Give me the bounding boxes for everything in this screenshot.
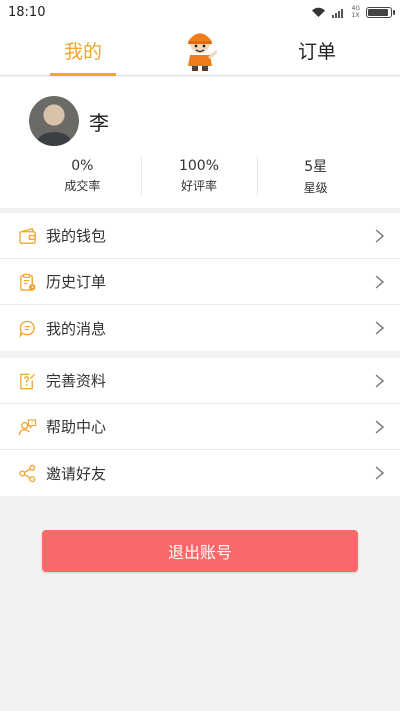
edit-profile-icon xyxy=(20,373,36,390)
help-center-icon: ? xyxy=(18,419,37,436)
avatar[interactable] xyxy=(29,96,79,146)
stat-value: 5星 xyxy=(304,159,328,175)
share-icon xyxy=(19,464,36,483)
profile-card: 李 0% 成交率 100% 好评率 5星 星级 xyxy=(0,77,400,208)
stat-value: 100% xyxy=(178,158,220,174)
message-icon xyxy=(19,320,35,338)
logout-button[interactable]: 退出账号 xyxy=(42,530,358,572)
menu-item-help-center[interactable]: ? 帮助中心 xyxy=(0,404,400,450)
chevron-right-icon xyxy=(375,321,384,335)
wallet-icon xyxy=(19,228,36,244)
menu-item-label: 历史订单 xyxy=(46,273,107,291)
wifi-icon xyxy=(311,7,325,17)
menu-item-wallet[interactable]: 我的钱包 xyxy=(0,213,400,259)
menu-item-label: 我的消息 xyxy=(46,319,107,338)
status-time: 18:10 xyxy=(8,4,46,20)
chevron-right-icon xyxy=(375,420,384,434)
history-order-icon xyxy=(20,273,36,291)
network-type: 4G 1X xyxy=(351,5,360,19)
menu-item-history-orders[interactable]: 历史订单 xyxy=(0,259,400,305)
tab-mine[interactable]: 我的 xyxy=(50,24,116,76)
menu-item-messages[interactable]: 我的消息 xyxy=(0,305,400,351)
stat-star-level: 5星 星级 xyxy=(257,155,374,197)
stat-deal-rate: 0% 成交率 xyxy=(24,155,141,197)
status-bar: 18:10 4G 1X xyxy=(0,0,400,24)
menu-item-complete-profile[interactable]: 完善资料 xyxy=(0,358,400,404)
delivery-mascot-icon xyxy=(188,33,217,71)
menu-item-label: 完善资料 xyxy=(46,372,107,390)
menu-group-1: 我的钱包 历史订单 我的消息 xyxy=(0,213,400,351)
chevron-right-icon xyxy=(375,229,384,243)
user-name: 李 xyxy=(89,111,109,135)
menu-item-label: 邀请好友 xyxy=(46,464,107,483)
top-nav: 我的 订单 xyxy=(0,24,400,76)
signal-icon xyxy=(331,8,343,18)
tab-orders[interactable]: 订单 xyxy=(282,24,352,76)
stat-praise-rate: 100% 好评率 xyxy=(140,155,258,197)
menu-item-label: 帮助中心 xyxy=(46,418,107,436)
battery-icon xyxy=(366,6,395,18)
status-icons: 4G 1X xyxy=(311,5,395,19)
chevron-right-icon xyxy=(375,466,384,480)
menu-item-label: 我的钱包 xyxy=(46,227,107,245)
chevron-right-icon xyxy=(375,374,384,388)
stats-row: 0% 成交率 100% 好评率 5星 星级 xyxy=(24,155,374,197)
stat-label: 星级 xyxy=(303,181,328,195)
stat-value: 0% xyxy=(71,158,94,174)
chevron-right-icon xyxy=(375,275,384,289)
stat-label: 成交率 xyxy=(64,179,101,193)
menu-item-invite-friends[interactable]: 邀请好友 xyxy=(0,450,400,496)
stat-label: 好评率 xyxy=(181,179,218,193)
menu-group-2: 完善资料 ? 帮助中心 邀请好友 xyxy=(0,358,400,496)
